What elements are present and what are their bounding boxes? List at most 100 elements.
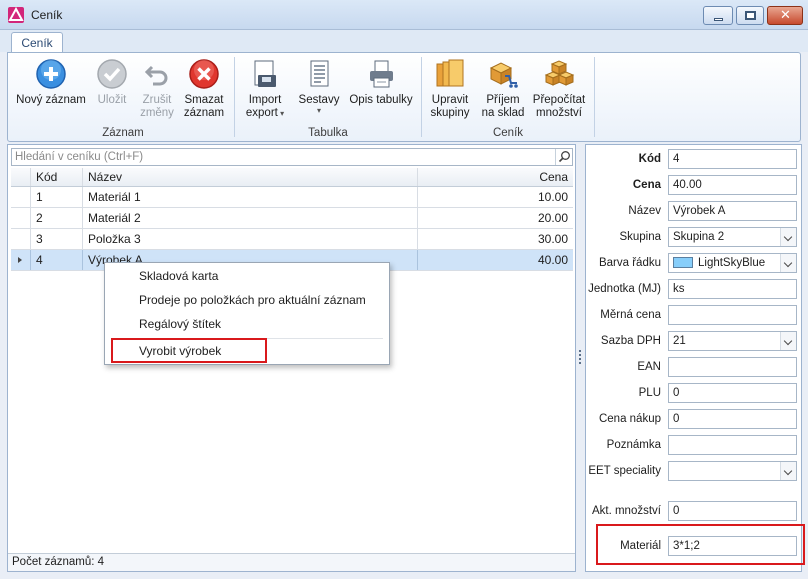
- import-export-button[interactable]: Import export ▾: [240, 58, 290, 120]
- search-placeholder: Hledání v ceníku (Ctrl+F): [15, 151, 144, 163]
- label-poznamka: Poznámka: [606, 439, 661, 451]
- group-separator: [421, 57, 422, 137]
- minimize-button[interactable]: [703, 6, 733, 25]
- color-swatch: [673, 257, 693, 268]
- jednotka-field[interactable]: ks: [668, 279, 797, 299]
- label-cena-nakup: Cena nákup: [598, 413, 661, 425]
- table-row[interactable]: 2 Materiál 2 20.00: [11, 208, 573, 229]
- chevron-down-icon[interactable]: [780, 254, 796, 272]
- price-list-grid: Kód Název Cena 1 Materiál 1 10.00 2 Mate…: [11, 168, 573, 271]
- skupina-select[interactable]: Skupina 2: [668, 227, 797, 247]
- close-icon: ✕: [780, 8, 791, 23]
- search-icon[interactable]: [555, 149, 572, 165]
- report-document-icon: [303, 58, 335, 90]
- label-plu: PLU: [638, 387, 661, 399]
- label-akt-mnozstvi: Akt. množství: [591, 505, 661, 517]
- window-title: Ceník: [31, 8, 63, 22]
- edit-groups-button[interactable]: Upravit skupiny: [426, 58, 474, 120]
- reports-button[interactable]: Sestavy ▾: [296, 58, 342, 115]
- cell-cena: 30.00: [537, 232, 568, 246]
- label-ean: EAN: [637, 361, 661, 373]
- cell-nazev: Materiál 2: [83, 208, 418, 228]
- column-header-kod[interactable]: Kód: [31, 168, 83, 186]
- grid-header: Kód Název Cena: [11, 168, 573, 187]
- close-button[interactable]: ✕: [767, 6, 803, 25]
- recalculate-quantity-button[interactable]: Přepočítat množství: [530, 58, 588, 120]
- cell-cena: 20.00: [537, 211, 568, 225]
- nazev-field[interactable]: Výrobek A: [668, 201, 797, 221]
- ribbon: Nový záznam Uložit Zrušit změny Smazat z…: [7, 52, 801, 142]
- new-record-button[interactable]: Nový záznam: [16, 58, 86, 107]
- delete-x-icon: [188, 58, 220, 90]
- sazba-dph-select[interactable]: 21: [668, 331, 797, 351]
- tab-cenik[interactable]: Ceník: [11, 32, 63, 53]
- cell-cena: 10.00: [537, 190, 568, 204]
- row-indicator: [11, 208, 31, 228]
- cell-cena: 40.00: [537, 253, 568, 267]
- column-header-nazev[interactable]: Název: [83, 168, 418, 186]
- cell-nazev: Materiál 1: [83, 187, 418, 207]
- label-barva: Barva řádku: [598, 257, 661, 269]
- checkmark-icon: [96, 58, 128, 90]
- search-input[interactable]: Hledání v ceníku (Ctrl+F): [11, 148, 573, 166]
- menu-item-stock-card[interactable]: Skladová karta: [139, 269, 218, 283]
- app-logo-icon: [8, 7, 24, 23]
- label-nazev: Název: [628, 205, 661, 217]
- akt-mnozstvi-field[interactable]: 0: [668, 501, 797, 521]
- menu-item-shelf-label[interactable]: Regálový štítek: [139, 317, 221, 331]
- maximize-button[interactable]: [736, 6, 764, 25]
- table-row[interactable]: 3 Položka 3 30.00: [11, 229, 573, 250]
- folder-stack-icon: [434, 58, 466, 90]
- grip-icon: [579, 350, 581, 364]
- box-cart-icon: [487, 58, 519, 90]
- table-row[interactable]: 1 Materiál 1 10.00: [11, 187, 573, 208]
- title-bar: Ceník ✕: [0, 0, 808, 30]
- cena-nakup-field[interactable]: 0: [668, 409, 797, 429]
- cell-kod: 1: [31, 187, 83, 207]
- barva-select[interactable]: LightSkyBlue: [668, 253, 797, 273]
- group-label-zaznam: Záznam: [102, 127, 144, 139]
- cancel-changes-button[interactable]: Zrušit změny: [136, 58, 178, 120]
- label-cena: Cena: [632, 179, 661, 191]
- group-separator: [594, 57, 595, 137]
- boxes-icon: [543, 58, 575, 90]
- floppy-disk-icon: [249, 58, 281, 90]
- detail-panel: Kód 4 Cena 40.00 Název Výrobek A Skupina…: [585, 144, 802, 572]
- eet-select[interactable]: [668, 461, 797, 481]
- panel-splitter[interactable]: [576, 144, 584, 572]
- plu-field[interactable]: 0: [668, 383, 797, 403]
- poznamka-field[interactable]: [668, 435, 797, 455]
- receive-to-stock-button[interactable]: Příjem na sklad: [478, 58, 528, 120]
- cell-kod: 4: [31, 250, 83, 270]
- dropdown-arrow-icon: ▾: [277, 109, 285, 118]
- chevron-down-icon[interactable]: [780, 228, 796, 246]
- row-indicator: [11, 229, 31, 249]
- column-header-cena[interactable]: Cena: [418, 168, 573, 186]
- menu-item-sales-by-items[interactable]: Prodeje po položkách pro aktuální záznam: [139, 293, 366, 307]
- merna-cena-field[interactable]: [668, 305, 797, 325]
- cell-nazev: Položka 3: [83, 229, 418, 249]
- sazba-dph-value: 21: [673, 335, 686, 347]
- indicator-header: [11, 168, 31, 186]
- ribbon-tab-strip: Ceník: [0, 30, 808, 53]
- save-button[interactable]: Uložit: [92, 58, 132, 107]
- copy-table-button[interactable]: Opis tabulky: [348, 58, 414, 107]
- kod-field[interactable]: 4: [668, 149, 797, 169]
- highlight-box: [111, 338, 267, 363]
- chevron-down-icon[interactable]: [780, 462, 796, 480]
- row-indicator: [11, 250, 31, 270]
- group-label-cenik: Ceník: [492, 127, 524, 139]
- label-merna-cena: Měrná cena: [600, 309, 661, 321]
- chevron-down-icon[interactable]: [780, 332, 796, 350]
- label-sazba-dph: Sazba DPH: [600, 335, 661, 347]
- add-circle-icon: [35, 58, 67, 90]
- minimize-icon: [714, 18, 723, 21]
- ean-field[interactable]: [668, 357, 797, 377]
- label-jednotka: Jednotka (MJ): [588, 283, 661, 295]
- group-label-tabulka: Tabulka: [308, 127, 348, 139]
- cena-field[interactable]: 40.00: [668, 175, 797, 195]
- cell-kod: 2: [31, 208, 83, 228]
- current-row-arrow-icon: [18, 257, 22, 263]
- delete-record-button[interactable]: Smazat záznam: [182, 58, 226, 120]
- barva-value: LightSkyBlue: [698, 257, 766, 269]
